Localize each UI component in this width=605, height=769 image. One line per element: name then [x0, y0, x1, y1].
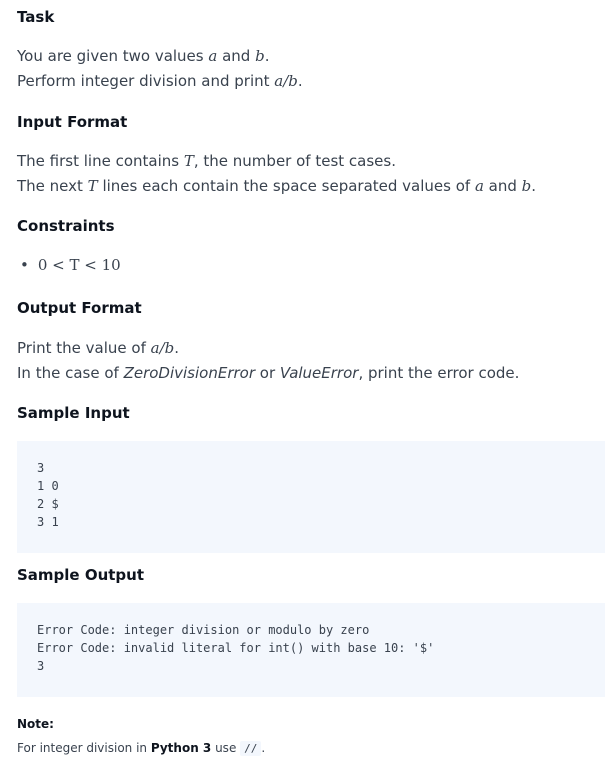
output-format-heading: Output Format: [17, 299, 142, 317]
code-line: Error Code: integer division or modulo b…: [37, 623, 370, 637]
output-format-line-2: In the case of ZeroDivisionError or Valu…: [17, 364, 520, 382]
note-title: Note:: [17, 717, 54, 731]
bullet: •: [20, 256, 29, 274]
output-format-line-1: Print the value of a/b.: [17, 339, 180, 357]
sample-input-block: 3 1 0 2 $ 3 1: [17, 441, 605, 553]
inline-code: //: [240, 741, 262, 756]
input-format-heading: Input Format: [17, 113, 128, 131]
constraint-item: • 0 < T < 10: [17, 256, 121, 274]
task-line-2: Perform integer division and print a/b.: [17, 72, 303, 90]
task-heading: Task: [17, 8, 55, 26]
sample-output-block: Error Code: integer division or modulo b…: [17, 603, 605, 697]
task-line-1: You are given two values a and b.: [17, 47, 270, 65]
code-line: 3: [37, 659, 45, 673]
code-line: 3: [37, 461, 45, 475]
input-format-line-1: The first line contains T, the number of…: [17, 152, 396, 170]
note-text: For integer division in Python 3 use //.: [17, 741, 266, 756]
code-line: 2 $: [37, 497, 59, 511]
constraints-heading: Constraints: [17, 217, 115, 235]
input-format-line-2: The next T lines each contain the space …: [17, 177, 537, 195]
sample-input-heading: Sample Input: [17, 404, 130, 422]
code-line: 3 1: [37, 515, 59, 529]
code-line: 1 0: [37, 479, 59, 493]
sample-output-heading: Sample Output: [17, 566, 145, 584]
constraint-text: 0 < T < 10: [37, 256, 121, 274]
code-line: Error Code: invalid literal for int() wi…: [37, 641, 435, 655]
